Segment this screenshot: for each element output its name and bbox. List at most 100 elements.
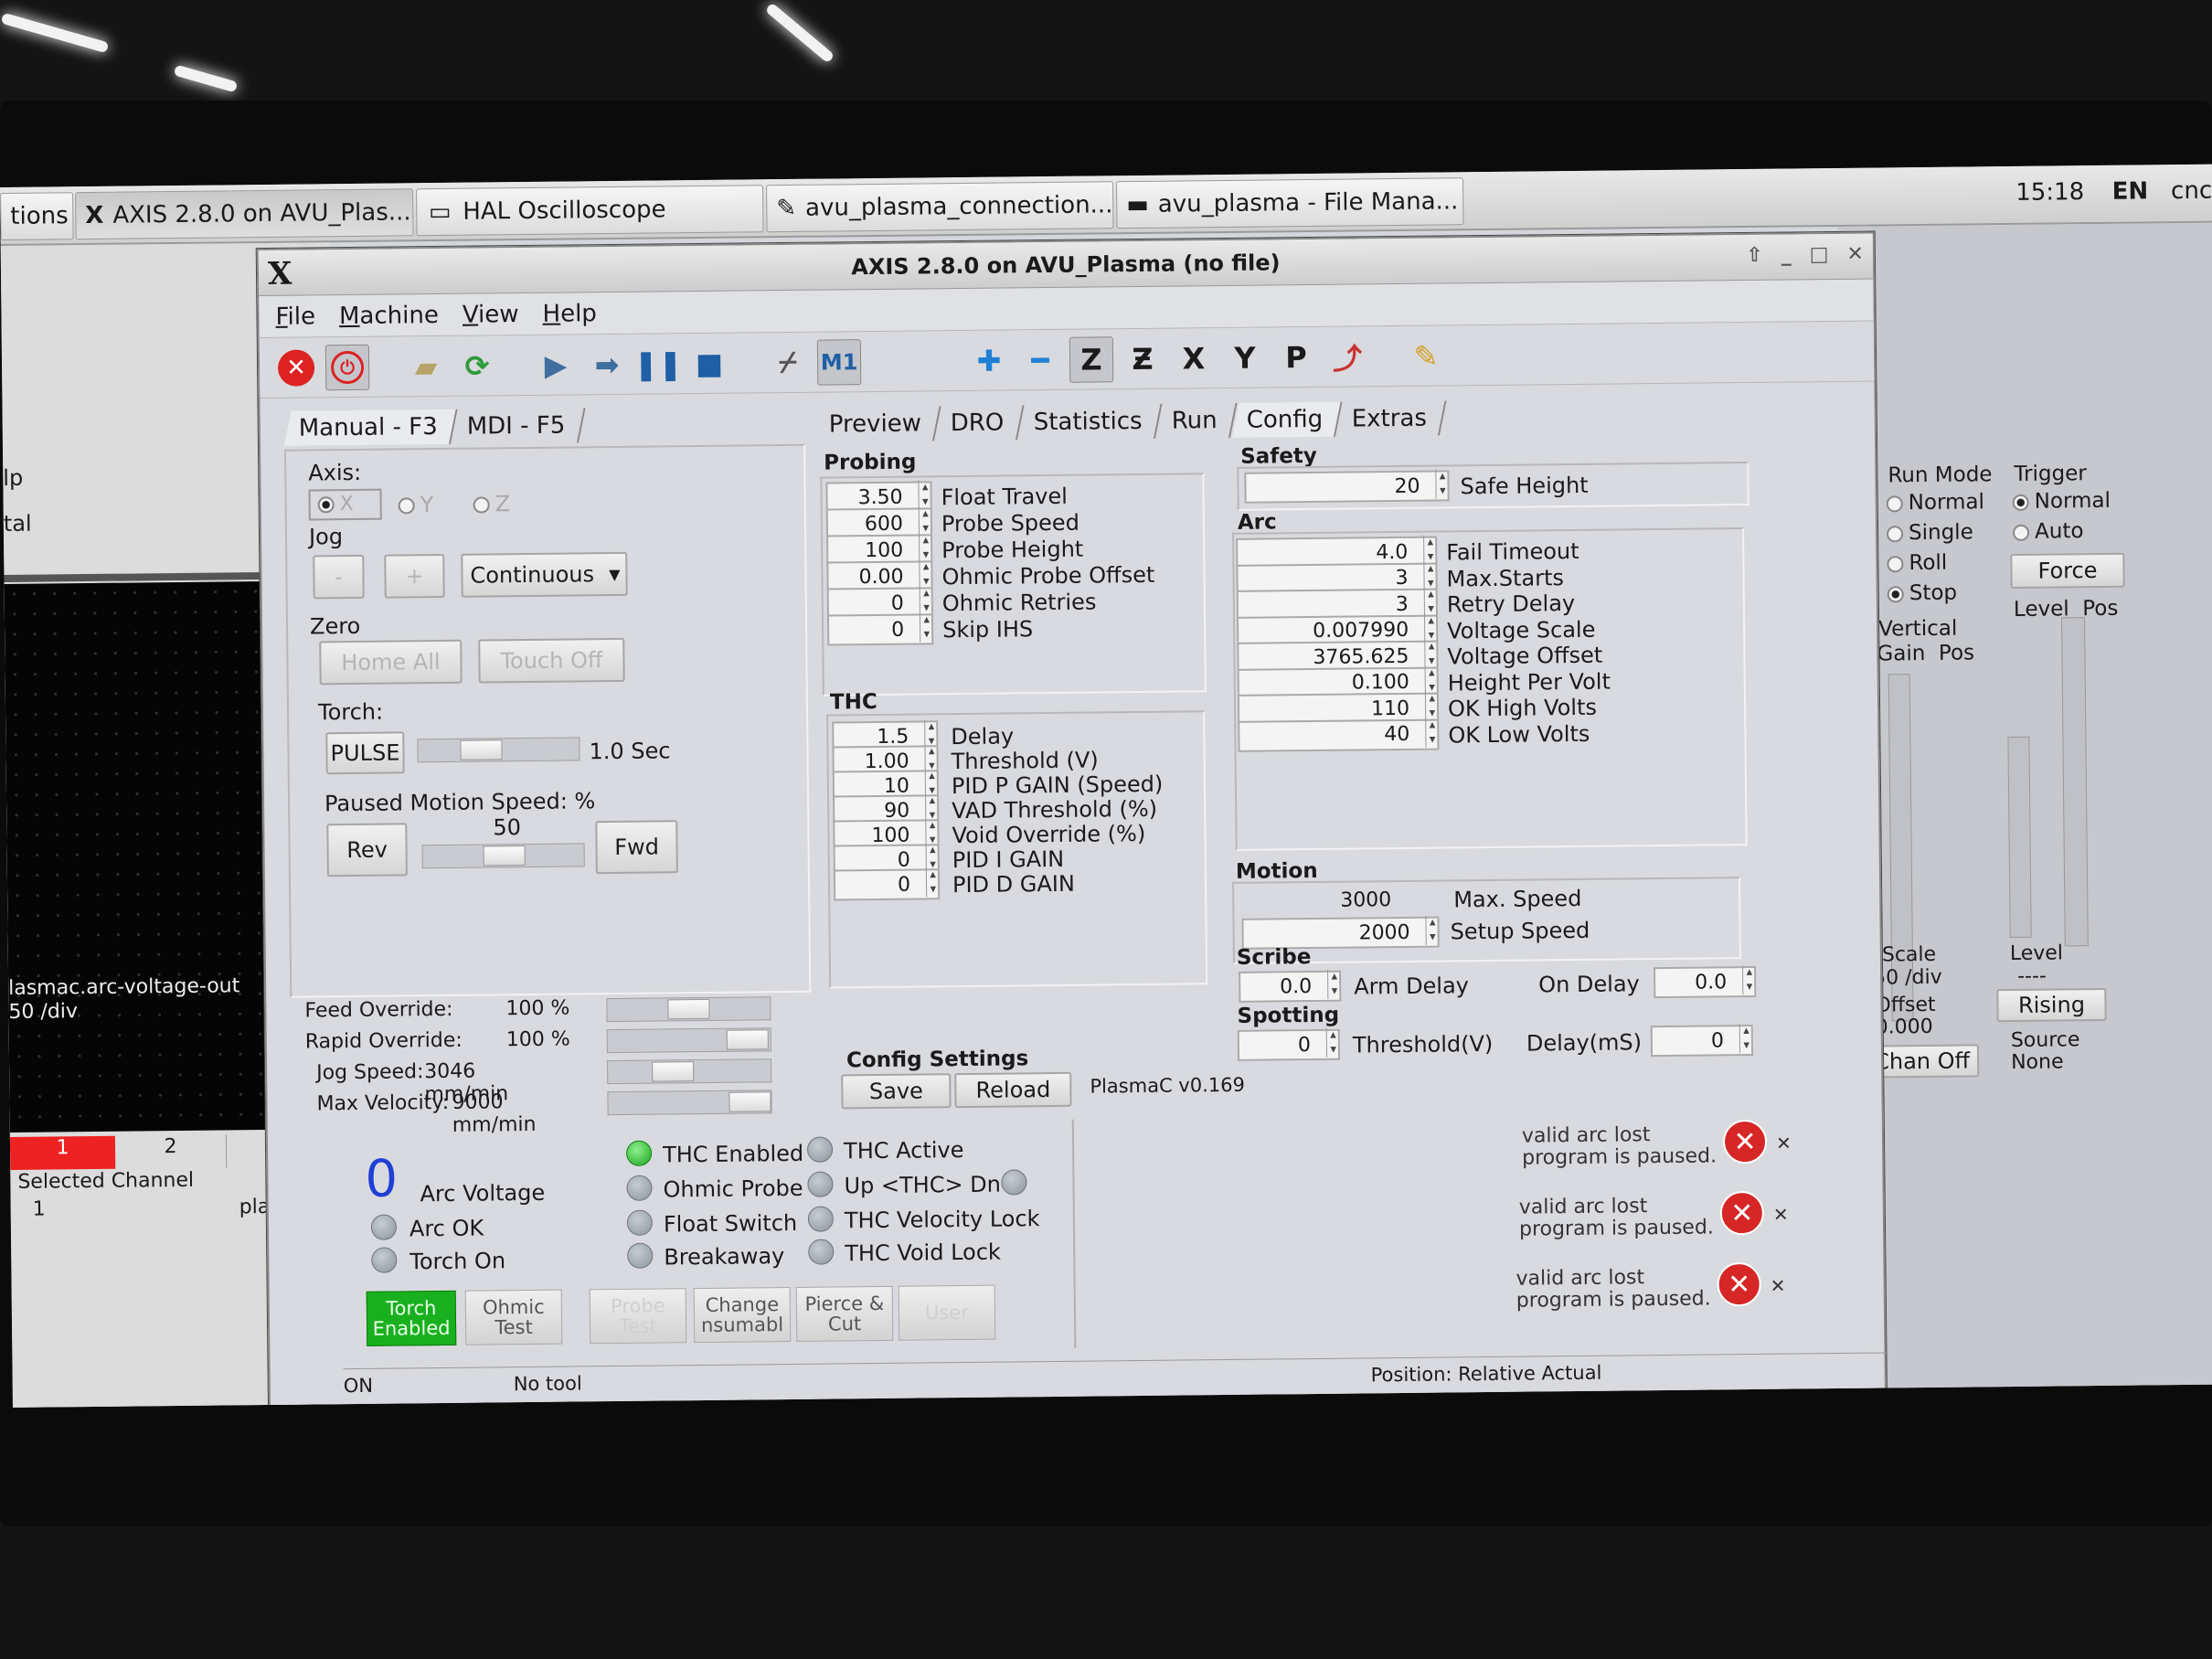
safe-height-spin[interactable]: 20 — [1244, 470, 1450, 504]
view-p-icon[interactable]: P — [1274, 334, 1319, 379]
trigger-normal[interactable]: Normal — [2012, 489, 2111, 514]
rotate-icon[interactable]: ⤴ — [1325, 334, 1370, 379]
jog-minus-button[interactable]: - — [313, 554, 365, 600]
tab-run[interactable]: Run — [1156, 402, 1238, 439]
jog-speed-slider[interactable] — [607, 1058, 772, 1085]
taskbar-item-menu[interactable]: tions — [0, 192, 74, 240]
estop-icon[interactable]: ✕ — [274, 345, 319, 390]
torch-enabled-button[interactable]: Torch Enabled — [366, 1290, 457, 1346]
touch-off-button[interactable]: Touch Off — [478, 637, 625, 684]
radio-icon — [1886, 495, 1903, 512]
save-button[interactable]: Save — [841, 1073, 952, 1110]
run-mode-single[interactable]: Single — [1886, 520, 1973, 545]
zoom-in-icon[interactable]: ✚ — [967, 337, 1012, 383]
pause-icon[interactable]: ❚❚ — [633, 341, 683, 387]
menu-help[interactable]: Help — [542, 300, 597, 328]
power-icon[interactable]: ⏻ — [324, 344, 370, 390]
stop-icon[interactable]: ■ — [687, 340, 732, 386]
close-icon[interactable]: ✕ — [1776, 1133, 1792, 1154]
open-icon[interactable]: ▰ — [404, 343, 449, 388]
trigger-label: Trigger — [2014, 462, 2087, 486]
paused-motion-label: Paused Motion Speed: % — [324, 788, 596, 817]
photo-scene: tions X AXIS 2.8.0 on AVU_Plas... ▭ HAL Os… — [0, 0, 2212, 1659]
max-velocity-slider[interactable] — [607, 1090, 772, 1116]
pid-d-gain-spin[interactable]: 0 — [833, 868, 941, 901]
paused-speed-slider[interactable] — [421, 843, 585, 869]
channel-row-num: 1 — [32, 1197, 46, 1221]
arm-delay-spin[interactable]: 0.0 — [1239, 970, 1342, 1003]
tool-status: No tool — [513, 1372, 582, 1396]
paused-motion-value: 50 — [493, 814, 522, 841]
menu-view[interactable]: View — [463, 301, 519, 329]
pulse-button[interactable]: PULSE — [325, 731, 405, 775]
selected-channel-label: Selected Channel — [17, 1168, 195, 1194]
on-delay-spin[interactable]: 0.0 — [1654, 965, 1757, 999]
maximize-icon[interactable]: □ — [1810, 243, 1829, 266]
user-button[interactable]: User — [898, 1284, 996, 1341]
run-mode-stop[interactable]: Stop — [1887, 581, 1957, 606]
taskbar-item-file-manager[interactable]: ▬ avu_plasma - File Mana... — [1115, 177, 1464, 229]
view-z2-icon[interactable]: Ƶ — [1121, 335, 1165, 381]
tab-extras[interactable]: Extras — [1336, 400, 1447, 437]
jog-plus-button[interactable]: + — [384, 553, 445, 599]
radio-icon — [473, 496, 490, 514]
close-icon[interactable]: ✕ — [1771, 1275, 1786, 1297]
skip-ihs-spin[interactable]: 0 — [826, 613, 934, 646]
zoom-out-icon[interactable]: ━ — [1018, 336, 1063, 382]
home-all-button[interactable]: Home All — [319, 639, 463, 686]
clear-plot-icon[interactable]: ✎ — [1404, 333, 1449, 378]
spotting-delay-spin[interactable]: 0 — [1650, 1024, 1754, 1058]
probe-test-button[interactable]: Probe Test — [589, 1288, 687, 1345]
axis-z-radio[interactable]: Z — [473, 491, 510, 516]
minimize-icon[interactable]: _ — [1781, 243, 1792, 266]
trigger-auto[interactable]: Auto — [2012, 519, 2084, 544]
axis-x-radio[interactable]: X — [340, 493, 354, 516]
view-y-icon[interactable]: Y — [1223, 335, 1268, 380]
view-z-icon[interactable]: Z — [1069, 335, 1114, 383]
close-icon[interactable]: ✕ — [1846, 243, 1864, 266]
reload-icon[interactable]: ⟳ — [455, 343, 500, 388]
menu-file[interactable]: File — [275, 303, 315, 330]
axis-y-radio[interactable]: Y — [398, 492, 433, 517]
run-icon[interactable]: ▶ — [534, 342, 579, 388]
tab-dro[interactable]: DRO — [936, 405, 1025, 441]
optional-stop-icon[interactable]: M1 — [816, 338, 862, 386]
setup-speed-spin[interactable]: 2000 — [1241, 916, 1440, 950]
tab-statistics[interactable]: Statistics — [1018, 403, 1163, 441]
ohmic-test-button[interactable]: Ohmic Test — [464, 1289, 563, 1345]
shade-icon[interactable]: ⇧ — [1746, 244, 1763, 267]
taskbar-item-axis[interactable]: X AXIS 2.8.0 on AVU_Plas... — [75, 188, 414, 240]
block-delete-icon[interactable]: ⌿ — [766, 339, 811, 385]
level-slider[interactable] — [2061, 617, 2089, 947]
language-indicator[interactable]: EN — [2111, 177, 2148, 205]
run-mode-roll[interactable]: Roll — [1887, 551, 1947, 576]
taskbar-item-editor[interactable]: ✎ avu_plasma_connection... — [766, 181, 1114, 233]
tab-preview[interactable]: Preview — [814, 406, 941, 442]
step-icon[interactable]: ➡ — [585, 341, 630, 387]
tab-manual[interactable]: Manual - F3 — [283, 409, 458, 446]
channel-tab-1[interactable]: 1 — [9, 1135, 116, 1170]
run-mode-normal[interactable]: Normal — [1886, 490, 1984, 515]
pierce-cut-button[interactable]: Pierce & Cut — [795, 1285, 894, 1342]
tab-mdi[interactable]: MDI - F5 — [452, 408, 586, 444]
channel-tab-2[interactable]: 2 — [114, 1134, 228, 1169]
fwd-button[interactable]: Fwd — [595, 820, 678, 875]
rapid-override-slider[interactable] — [606, 1027, 771, 1054]
spotting-threshold-spin[interactable]: 0 — [1237, 1028, 1341, 1061]
pulse-time-slider[interactable] — [417, 737, 580, 763]
taskbar-item-hal-oscilloscope[interactable]: ▭ HAL Oscilloscope — [416, 185, 764, 237]
pos-slider[interactable] — [2007, 736, 2032, 939]
rev-button[interactable]: Rev — [326, 823, 408, 877]
rising-button[interactable]: Rising — [1996, 987, 2107, 1023]
max-speed-value: 3000 — [1340, 888, 1392, 912]
force-button[interactable]: Force — [2010, 552, 2125, 589]
jog-mode-select[interactable]: Continuous ▼ — [461, 551, 628, 598]
ok-low-volts-spin[interactable]: 40 — [1238, 718, 1440, 752]
feed-override-slider[interactable] — [606, 996, 771, 1023]
reload-button[interactable]: Reload — [954, 1071, 1072, 1109]
tab-config[interactable]: Config — [1231, 401, 1343, 438]
menu-machine[interactable]: Machine — [339, 301, 439, 329]
close-icon[interactable]: ✕ — [1773, 1204, 1789, 1226]
change-nsumabl-button[interactable]: Change nsumabl — [693, 1287, 792, 1344]
view-x-icon[interactable]: X — [1172, 335, 1217, 381]
